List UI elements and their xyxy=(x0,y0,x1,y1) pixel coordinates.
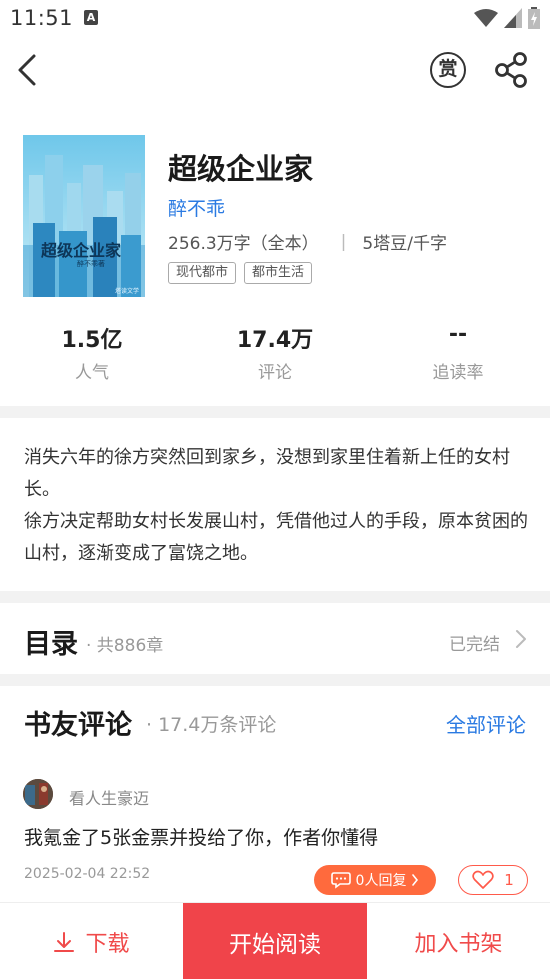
stat-label: 评论 xyxy=(258,363,292,383)
catalog-title: 目录 xyxy=(24,629,78,660)
top-nav: 赏 xyxy=(0,38,550,104)
section-divider xyxy=(0,406,550,418)
avatar-image xyxy=(23,779,53,809)
stat-label: 追读率 xyxy=(432,363,484,383)
bottom-action-bar: 下载 开始阅读 加入书架 xyxy=(0,902,550,979)
back-arrow-icon[interactable] xyxy=(12,50,46,90)
description-paragraph: 徐方决定帮助女村长发展山村，凭借他过人的手段，原本贫困的山村，逐渐变成了富饶之地… xyxy=(24,511,528,564)
reviews-title: 书友评论 xyxy=(24,710,132,741)
download-icon xyxy=(54,931,75,952)
cover-publisher: 塔读文学 xyxy=(115,288,140,295)
tag-item[interactable]: 都市生活 xyxy=(244,262,313,284)
review-text[interactable]: 我氪金了5张金票并投给了你，作者你懂得 xyxy=(24,823,378,850)
catalog-count: · 共886章 xyxy=(86,636,164,656)
reward-button[interactable]: 赏 xyxy=(430,52,466,88)
reviews-count: · 17.4万条评论 xyxy=(146,714,277,736)
status-time: 11:51 xyxy=(10,6,74,30)
wifi-icon xyxy=(474,9,498,27)
avatar[interactable] xyxy=(23,779,53,809)
stat-value: 17.4万 xyxy=(236,328,314,353)
heart-icon xyxy=(472,870,494,889)
cover-author: 醉不乖著 xyxy=(77,260,105,268)
all-reviews-link[interactable]: 全部评论 xyxy=(446,709,526,738)
price: 5塔豆/千字 xyxy=(362,234,447,254)
reply-label: 0人回复 xyxy=(355,873,407,889)
book-author-link[interactable]: 醉不乖 xyxy=(168,194,225,221)
like-count: 1 xyxy=(504,871,514,889)
battery-icon xyxy=(528,7,540,29)
status-bar: 11:51 A xyxy=(0,0,550,38)
stat-value: 1.5亿 xyxy=(61,328,123,353)
notification-icon: A xyxy=(84,10,98,25)
stat-value: -- xyxy=(448,322,468,347)
signal-icon xyxy=(504,8,522,28)
book-description[interactable]: 消失六年的徐方突然回到家乡，没想到家里住着新上任的女村长。 徐方决定帮助女村长发… xyxy=(24,442,532,570)
review-date: 2025-02-04 22:52 xyxy=(24,866,151,882)
reply-button[interactable]: 0人回复 xyxy=(314,865,436,895)
stat-popularity: 1.5亿 人气 xyxy=(12,322,172,383)
share-icon[interactable] xyxy=(494,51,530,89)
chevron-right-icon xyxy=(516,630,526,648)
stat-label: 人气 xyxy=(75,363,109,383)
book-tags: 现代都市 都市生活 xyxy=(168,262,313,284)
book-meta: 256.3万字（全本） | 5塔豆/千字 xyxy=(168,229,447,255)
description-paragraph: 消失六年的徐方突然回到家乡，没想到家里住着新上任的女村长。 xyxy=(24,447,510,500)
book-cover[interactable]: 超级企业家 醉不乖著 塔读文学 xyxy=(23,135,145,297)
add-to-shelf-button[interactable]: 加入书架 xyxy=(367,903,550,979)
meta-separator: | xyxy=(340,231,347,252)
download-label: 下载 xyxy=(85,931,130,957)
comment-icon xyxy=(330,872,351,889)
section-divider xyxy=(0,591,550,603)
catalog-row[interactable]: 目录 · 共886章 已完结 xyxy=(0,604,550,674)
book-title: 超级企业家 xyxy=(168,152,314,186)
chevron-right-icon xyxy=(412,874,419,886)
catalog-status: 已完结 xyxy=(449,635,500,655)
download-button[interactable]: 下载 xyxy=(0,903,183,979)
start-reading-button[interactable]: 开始阅读 xyxy=(183,903,367,979)
word-count: 256.3万字（全本） xyxy=(168,234,319,254)
stat-follow-rate: -- 追读率 xyxy=(378,322,538,383)
like-button[interactable]: 1 xyxy=(458,865,528,895)
tag-item[interactable]: 现代都市 xyxy=(168,262,237,284)
section-divider xyxy=(0,674,550,686)
status-icons xyxy=(474,7,540,29)
book-cover-image xyxy=(23,135,145,297)
stat-comments: 17.4万 评论 xyxy=(195,322,355,383)
cover-title: 超级企业家 xyxy=(41,241,122,260)
review-username[interactable]: 看人生豪迈 xyxy=(69,785,149,809)
